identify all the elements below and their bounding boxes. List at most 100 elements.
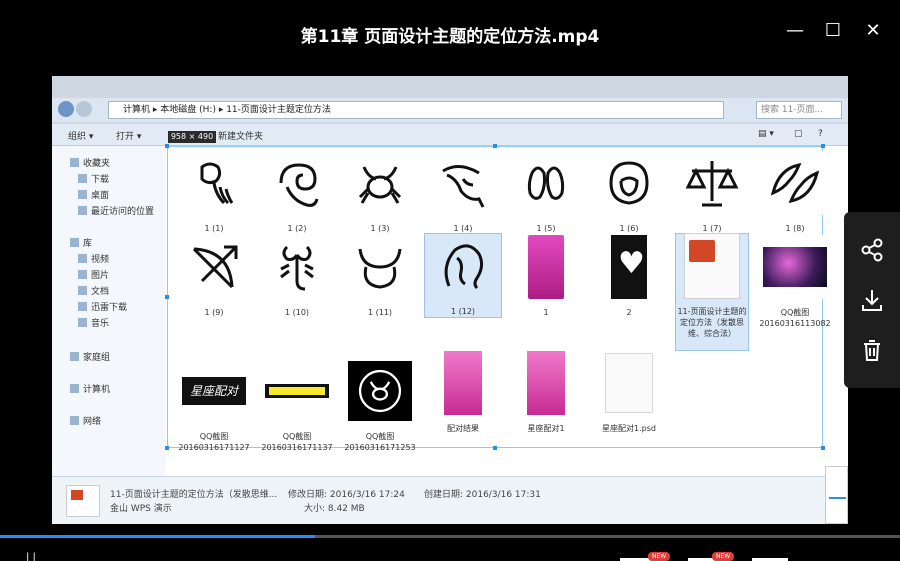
file-item[interactable]: 星座配对1 xyxy=(507,351,585,434)
help-icon[interactable]: ? xyxy=(818,129,823,139)
nav-item-favorites[interactable]: 收藏夹 xyxy=(70,156,110,169)
minimize-button[interactable]: — xyxy=(782,18,808,44)
play-icon[interactable]: | | xyxy=(26,552,36,561)
new-badge: NEW xyxy=(712,552,735,561)
file-item[interactable]: 1 xyxy=(507,235,585,318)
resize-handle[interactable] xyxy=(165,446,169,450)
resize-handle[interactable] xyxy=(165,144,169,148)
nav-item-libraries[interactable]: 库 xyxy=(70,236,92,249)
aquarius-icon xyxy=(200,162,234,205)
title-bar: 第11章 页面设计主题的定位方法.mp4 — ☐ ✕ xyxy=(0,0,900,68)
file-item[interactable]: 2 xyxy=(590,235,668,318)
resize-handle[interactable] xyxy=(821,446,825,450)
snip-dimensions: 958 × 490 xyxy=(168,131,216,143)
video-title: 第11章 页面设计主题的定位方法.mp4 xyxy=(300,27,600,47)
video-player: 第11章 页面设计主题的定位方法.mp4 — ☐ ✕ 计算机 ▸ 本地磁盘 (H… xyxy=(0,0,900,561)
details-created: 创建日期: 2016/3/16 17:31 xyxy=(424,490,541,500)
cancer-icon xyxy=(358,166,402,204)
nav-item-recent[interactable]: 最近访问的位置 xyxy=(78,204,154,217)
player-controls: | | NEW NEW xyxy=(0,538,900,561)
details-pane: 11-页面设计主题的定位方法（发散思维... 金山 WPS 演示 修改日期: 2… xyxy=(52,476,848,524)
organize-button[interactable]: 组织 ▾ xyxy=(68,129,93,142)
file-item[interactable]: 1 (1) xyxy=(175,151,253,234)
nav-item-computer[interactable]: 计算机 xyxy=(70,382,110,395)
file-item[interactable]: 星座配对 QQ截图20160316171127 xyxy=(175,359,253,453)
new-folder-button[interactable]: 新建文件夹 xyxy=(218,129,263,142)
file-item[interactable]: 1 (3) xyxy=(341,151,419,234)
sagittarius-icon xyxy=(192,245,238,289)
nav-item-homegroup[interactable]: 家庭组 xyxy=(70,350,110,363)
file-item[interactable]: 1 (7) xyxy=(673,151,751,234)
side-note[interactable] xyxy=(825,466,848,524)
gemini-icon xyxy=(527,166,565,200)
nav-item-music[interactable]: 音乐 xyxy=(78,316,109,329)
nav-item-downloads[interactable]: 下载 xyxy=(78,172,109,185)
libra-icon xyxy=(685,161,739,207)
snip-region[interactable]: 1 (1) 1 (2) 1 (3) 1 (4) 1 (5) 1 (6) 1 (7… xyxy=(165,144,831,452)
resize-handle[interactable] xyxy=(165,295,169,299)
nav-item-desktop[interactable]: 桌面 xyxy=(78,188,109,201)
file-item[interactable]: 1 (9) xyxy=(175,235,253,318)
file-item[interactable]: QQ截图20160316171253 xyxy=(341,359,419,453)
view-icon[interactable]: ▤ ▾ xyxy=(758,129,774,139)
nav-item-videos[interactable]: 视频 xyxy=(78,252,109,265)
back-icon[interactable] xyxy=(58,101,74,117)
file-item[interactable]: 1 (6) xyxy=(590,151,668,234)
virgo-icon xyxy=(444,244,484,290)
poster-thumb xyxy=(444,351,482,415)
preview-pane-icon[interactable]: ▢ xyxy=(794,129,803,139)
close-button[interactable]: ✕ xyxy=(860,18,886,44)
resize-handle[interactable] xyxy=(493,446,497,450)
breadcrumb-item[interactable]: 本地磁盘 (H:) xyxy=(160,105,216,115)
resize-handle[interactable] xyxy=(493,144,497,148)
navigation-pane: 收藏夹 下载 桌面 最近访问的位置 库 视频 图片 文档 迅雷下载 音乐 家庭组… xyxy=(52,146,166,476)
share-icon[interactable] xyxy=(858,236,886,264)
scorpio-icon xyxy=(280,245,314,291)
search-input[interactable]: 搜索 11-页面... xyxy=(756,101,842,119)
file-item[interactable]: 1 (8) xyxy=(756,151,834,234)
nav-item-network[interactable]: 网络 xyxy=(70,414,101,427)
crab-circle-thumb xyxy=(348,361,412,421)
breadcrumb-item[interactable]: 11-页面设计主题定位方法 xyxy=(226,105,331,115)
player-side-toolbar xyxy=(844,212,900,388)
file-item[interactable]: QQ截图20160316171137 xyxy=(258,359,336,453)
heart-thumb xyxy=(611,235,647,299)
maximize-button[interactable]: ☐ xyxy=(820,18,846,44)
download-icon[interactable] xyxy=(858,286,886,314)
taurus-icon xyxy=(358,248,402,289)
poster-thumb xyxy=(527,351,565,415)
details-app: 金山 WPS 演示 xyxy=(110,504,172,514)
file-item[interactable]: 1 (11) xyxy=(341,235,419,318)
file-item[interactable]: QQ截图20160316113082 xyxy=(756,235,834,329)
file-item-selected[interactable]: 11-页面设计主题的定位方法（发散思维、综合法） xyxy=(675,233,749,351)
file-item[interactable]: 1 (12) xyxy=(424,233,502,318)
breadcrumb-item[interactable]: 计算机 xyxy=(123,105,150,115)
open-button[interactable]: 打开 ▾ xyxy=(116,129,141,142)
pink-phone-thumb xyxy=(528,235,564,299)
nav-item-pictures[interactable]: 图片 xyxy=(78,268,109,281)
file-item[interactable]: 1 (5) xyxy=(507,151,585,234)
details-size: 大小: 8.42 MB xyxy=(304,504,365,514)
nav-buttons[interactable] xyxy=(58,101,94,119)
ppt-file-icon xyxy=(66,485,100,517)
address-bar: 计算机 ▸ 本地磁盘 (H:) ▸ 11-页面设计主题定位方法 搜索 11-页面… xyxy=(52,98,848,122)
nav-item-documents[interactable]: 文档 xyxy=(78,284,109,297)
aries-icon xyxy=(279,163,319,207)
details-filename: 11-页面设计主题的定位方法（发散思维... xyxy=(110,490,278,500)
forward-icon[interactable] xyxy=(76,101,92,117)
new-badge: NEW xyxy=(648,552,671,561)
file-item[interactable]: 配对结果 xyxy=(424,351,502,434)
file-item[interactable]: 星座配对1.psd xyxy=(590,351,668,434)
file-item[interactable]: 1 (10) xyxy=(258,235,336,318)
file-item[interactable]: 1 (2) xyxy=(258,151,336,234)
delete-icon[interactable] xyxy=(858,336,886,364)
ppt-icon xyxy=(684,233,740,299)
file-item[interactable]: 1 (4) xyxy=(424,151,502,234)
resize-handle[interactable] xyxy=(821,144,825,148)
space-thumb xyxy=(763,247,827,287)
details-modified: 修改日期: 2016/3/16 17:24 xyxy=(288,490,405,500)
leo-icon xyxy=(609,161,649,205)
nav-item-thunder[interactable]: 迅雷下载 xyxy=(78,300,127,313)
breadcrumb[interactable]: 计算机 ▸ 本地磁盘 (H:) ▸ 11-页面设计主题定位方法 xyxy=(108,101,724,119)
capricorn-icon xyxy=(442,165,485,208)
